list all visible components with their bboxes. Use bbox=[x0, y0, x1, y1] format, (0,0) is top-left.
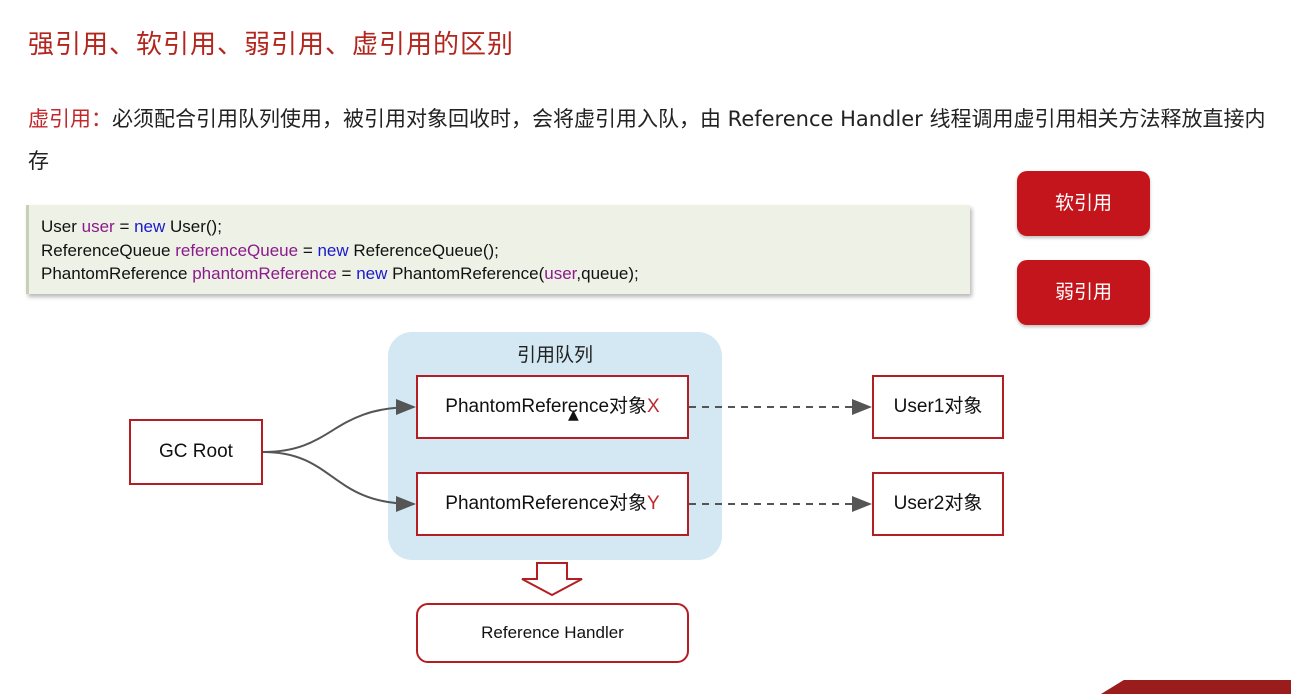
mouse-cursor-icon: ▲ bbox=[568, 407, 579, 423]
gc-root-node: GC Root bbox=[129, 419, 263, 485]
corner-decoration bbox=[1101, 680, 1291, 694]
down-arrow-icon bbox=[521, 562, 583, 597]
reference-handler-node: Reference Handler bbox=[416, 603, 689, 663]
diagram-connectors bbox=[262, 399, 872, 597]
user2-object-node: User2对象 bbox=[872, 472, 1004, 536]
gc-root-to-x-connector bbox=[262, 399, 416, 453]
phantom-reference-y-node: PhantomReference对象Y bbox=[416, 472, 689, 536]
phantom-reference-x-node: PhantomReference对象X bbox=[416, 375, 689, 439]
gc-root-to-y-connector bbox=[262, 451, 416, 512]
user1-object-node: User1对象 bbox=[872, 375, 1004, 439]
